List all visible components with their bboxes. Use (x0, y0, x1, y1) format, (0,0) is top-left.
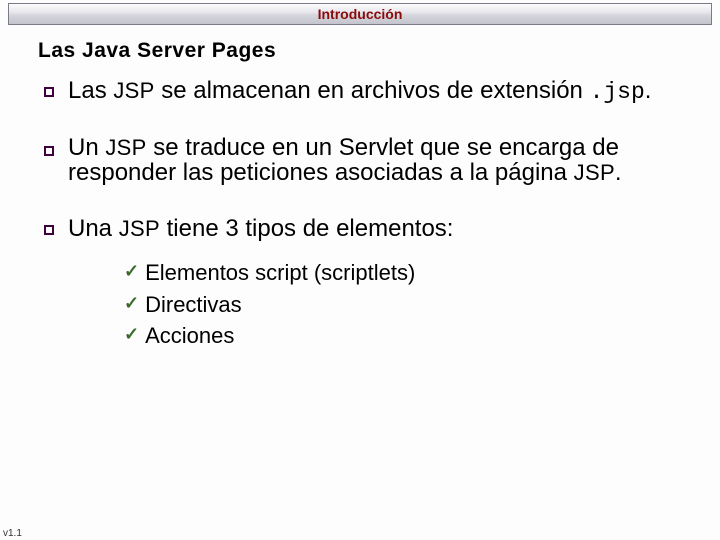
text-fragment: . (615, 159, 622, 186)
bullet-item-2: Un JSP se traduce en un Servlet que se e… (44, 136, 690, 185)
header-bar: Introducción (8, 3, 712, 25)
check-item-2: ✓ Directivas (124, 291, 690, 319)
square-bullet-icon (44, 146, 54, 156)
bullet-item-3: Una JSP tiene 3 tipos de elementos: (44, 215, 690, 243)
version-label: v1.1 (3, 528, 22, 539)
bullet-text-1: Las JSP se almacenan en archivos de exte… (68, 77, 651, 106)
header-title: Introducción (318, 6, 403, 22)
jsp-smallcaps: JSP (574, 160, 615, 185)
check-icon: ✓ (124, 294, 139, 312)
bullet-text-3: Una JSP tiene 3 tipos de elementos: (68, 215, 453, 243)
jsp-smallcaps: JSP (113, 78, 154, 103)
jsp-smallcaps: JSP (119, 216, 160, 241)
check-icon: ✓ (124, 262, 139, 280)
square-bullet-icon (44, 87, 54, 97)
checklist: ✓ Elementos script (scriptlets) ✓ Direct… (124, 259, 690, 350)
text-fragment: se almacenan en archivos de extensión (155, 77, 590, 104)
bullet-item-1: Las JSP se almacenan en archivos de exte… (44, 77, 690, 106)
check-item-1: ✓ Elementos script (scriptlets) (124, 259, 690, 287)
text-fragment: Una (68, 215, 119, 242)
text-fragment: Las (68, 77, 113, 104)
bullet-text-2: Un JSP se traduce en un Servlet que se e… (68, 136, 690, 185)
check-icon: ✓ (124, 325, 139, 343)
check-text: Acciones (145, 322, 234, 350)
check-item-3: ✓ Acciones (124, 322, 690, 350)
content: Las JSP se almacenan en archivos de exte… (44, 77, 690, 350)
square-bullet-icon (44, 225, 54, 235)
jsp-smallcaps: JSP (105, 135, 146, 160)
check-text: Directivas (145, 291, 242, 319)
extension-mono: .jsp (590, 79, 645, 105)
check-text: Elementos script (scriptlets) (145, 259, 415, 287)
page-title: Las Java Server Pages (38, 39, 720, 63)
text-fragment: . (645, 77, 652, 104)
text-fragment: se traduce en un Servlet que se encarga … (68, 134, 619, 185)
text-fragment: Un (68, 134, 105, 161)
text-fragment: tiene 3 tipos de elementos: (160, 215, 454, 242)
